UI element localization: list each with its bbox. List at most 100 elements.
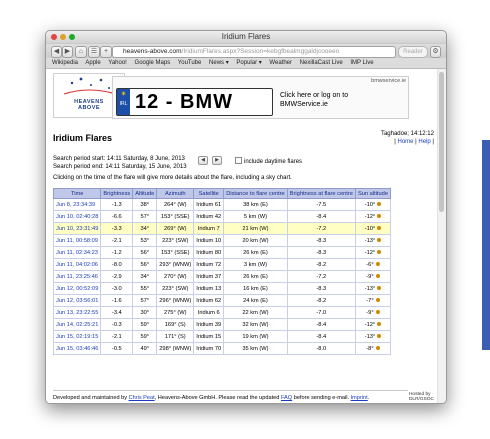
column-header[interactable]: Sun altitude — [354, 188, 391, 199]
forward-arrow-icon[interactable]: ▶ — [62, 46, 73, 58]
faq-link[interactable]: FAQ — [281, 395, 292, 401]
column-header[interactable]: Time — [52, 188, 102, 199]
title-bar: Iridium Flares — [46, 31, 446, 44]
sun-altitude-value: -13° — [364, 237, 376, 244]
flare-time[interactable]: Jun 10, 02:40:28 — [52, 210, 102, 223]
column-header[interactable]: Brightness at flare centre — [286, 188, 356, 199]
flare-distance: 26 km (E) — [223, 270, 288, 283]
flare-time[interactable]: Jun 12, 03:56:01 — [52, 294, 102, 307]
flare-altitude: 59° — [132, 318, 158, 331]
imprint-link[interactable]: Imprint — [351, 395, 368, 401]
table-row: Jun 14, 02:25:21 -0.3 59° 169° (S) Iridium 3… — [52, 318, 391, 331]
bookmark-item[interactable]: IMP Live — [350, 60, 373, 66]
sun-altitude-value: -8° — [366, 345, 374, 352]
table-row: Jun 11, 04:02:06 -8.0 56° 293° (WNW) Iridium… — [52, 258, 391, 271]
flare-time[interactable]: Jun 13, 23:22:55 — [52, 306, 102, 319]
sun-altitude-value: -10° — [364, 201, 376, 208]
bookmark-item[interactable]: News ▾ — [209, 60, 229, 66]
moon-icon — [377, 202, 382, 206]
sun-altitude: -13° — [354, 330, 391, 343]
bookmark-item[interactable]: Yahoo! — [108, 60, 127, 66]
bookmark-item[interactable]: Weather — [269, 60, 292, 66]
flare-satellite: Iridium 37 — [193, 270, 225, 283]
bookmark-item[interactable]: Popular ▾ — [236, 60, 261, 66]
flare-time[interactable]: Jun 8, 23:34:39 — [52, 198, 102, 211]
flare-time[interactable]: Jun 10, 23:31:49 — [52, 222, 102, 235]
browser-toolbar: ◀ ▶ ⌂ ☰ + heavens-above.com/IridiumFlare… — [46, 44, 446, 58]
flare-satellite: Iridium 72 — [193, 258, 225, 271]
scrollbar-thumb[interactable] — [439, 72, 444, 212]
flare-time[interactable]: Jun 11, 02:34:23 — [52, 246, 102, 259]
sun-altitude: -9° — [354, 270, 391, 283]
flare-centre-brightness: -8.2 — [286, 294, 356, 307]
table-row: Jun 11, 00:58:09 -2.1 53° 223° (SW) Iridium … — [52, 234, 391, 247]
flare-centre-brightness: -7.2 — [286, 222, 356, 235]
flare-time[interactable]: Jun 11, 00:58:09 — [52, 234, 102, 247]
flare-altitude: 53° — [132, 234, 158, 247]
column-header[interactable]: Brightness — [100, 188, 134, 199]
sun-altitude: -13° — [354, 234, 391, 247]
flare-satellite: Iridium 10 — [193, 234, 225, 247]
reader-button[interactable]: Reader — [398, 46, 428, 58]
vertical-scrollbar[interactable] — [437, 69, 446, 403]
moon-icon — [375, 298, 380, 302]
home-icon[interactable]: ⌂ — [75, 46, 87, 58]
sun-altitude-value: -7° — [366, 297, 374, 304]
flare-satellite: Iridium 39 — [193, 318, 225, 331]
bookmark-item[interactable]: NexillaCast Live — [300, 60, 343, 66]
flare-azimuth: 223° (SW) — [156, 282, 195, 295]
page-content: HEAVENS ABOVE bmwservice.ie ✶ IRL 12 - B… — [46, 69, 438, 403]
flare-brightness: -2.1 — [100, 234, 134, 247]
flare-distance: 32 km (W) — [223, 318, 288, 331]
sidebar-icon[interactable]: ☰ — [88, 46, 100, 58]
bookmark-item[interactable]: YouTube — [178, 60, 202, 66]
daytime-flares-checkbox[interactable] — [235, 157, 242, 164]
sun-altitude-value: -9° — [366, 273, 374, 280]
host-name: DLR/GSOC — [408, 397, 434, 402]
left-arrow-icon[interactable]: ◀ — [198, 156, 208, 165]
moon-icon — [377, 226, 382, 230]
help-link[interactable]: Help — [418, 139, 430, 145]
footer: Developed and maintained by Chris Peat, … — [53, 395, 369, 401]
flare-time[interactable]: Jun 15, 02:19:15 — [52, 330, 102, 343]
flare-azimuth: 269° (W) — [156, 222, 195, 235]
flare-centre-brightness: -8.0 — [286, 342, 356, 355]
hosted-by-logo[interactable]: Hosted by DLR/GSOC — [409, 392, 434, 402]
table-row: Jun 11, 23:25:46 -2.9 34° 270° (W) Iridium 3… — [52, 270, 391, 283]
flare-distance: 16 km (E) — [223, 282, 288, 295]
flare-distance: 35 km (W) — [223, 342, 288, 355]
flare-azimuth: 296° (WNW) — [156, 294, 195, 307]
bookmark-item[interactable]: Google Maps — [135, 60, 171, 66]
bookmark-item[interactable]: Wikipedia — [52, 60, 78, 66]
right-arrow-icon[interactable]: ▶ — [212, 156, 222, 165]
column-header[interactable]: Satellite — [193, 188, 225, 199]
address-bar[interactable]: heavens-above.com/IridiumFlares.aspx?Ses… — [112, 46, 396, 58]
home-link[interactable]: Home — [398, 139, 414, 145]
flare-time[interactable]: Jun 14, 02:25:21 — [52, 318, 102, 331]
flare-centre-brightness: -7.0 — [286, 306, 356, 319]
back-arrow-icon[interactable]: ◀ — [51, 46, 62, 58]
banner-ad[interactable]: bmwservice.ie ✶ IRL 12 - BMW Click here … — [112, 76, 409, 119]
author-link[interactable]: Chris Peat — [129, 395, 155, 401]
column-header[interactable]: Altitude — [132, 188, 158, 199]
ad-cta-line-2: BMWService.ie — [280, 101, 328, 108]
sun-altitude: -10° — [354, 222, 391, 235]
bookmark-item[interactable]: Apple — [85, 60, 100, 66]
table-header-row: Time Brightness Altitude Azimuth Satelli… — [52, 188, 391, 199]
footer-divider — [53, 390, 408, 391]
flare-time[interactable]: Jun 15, 03:46:46 — [52, 342, 102, 355]
column-header[interactable]: Azimuth — [156, 188, 195, 199]
share-icon[interactable]: + — [100, 46, 112, 58]
sun-altitude-value: -12° — [364, 249, 376, 256]
page-title: Iridium Flares — [53, 133, 113, 143]
flare-time[interactable]: Jun 12, 00:52:09 — [52, 282, 102, 295]
gear-icon[interactable]: ⚙ — [430, 46, 441, 58]
daytime-flares-option[interactable]: include daytime flares — [235, 157, 302, 165]
flare-distance: 19 km (W) — [223, 330, 288, 343]
flare-time[interactable]: Jun 11, 23:25:46 — [52, 270, 102, 283]
column-header[interactable]: Distance to flare centre — [223, 188, 288, 199]
footer-text: . — [367, 395, 370, 401]
flare-azimuth: 293° (WNW) — [156, 258, 195, 271]
flare-altitude: 57° — [132, 294, 158, 307]
flare-time[interactable]: Jun 11, 04:02:06 — [52, 258, 102, 271]
